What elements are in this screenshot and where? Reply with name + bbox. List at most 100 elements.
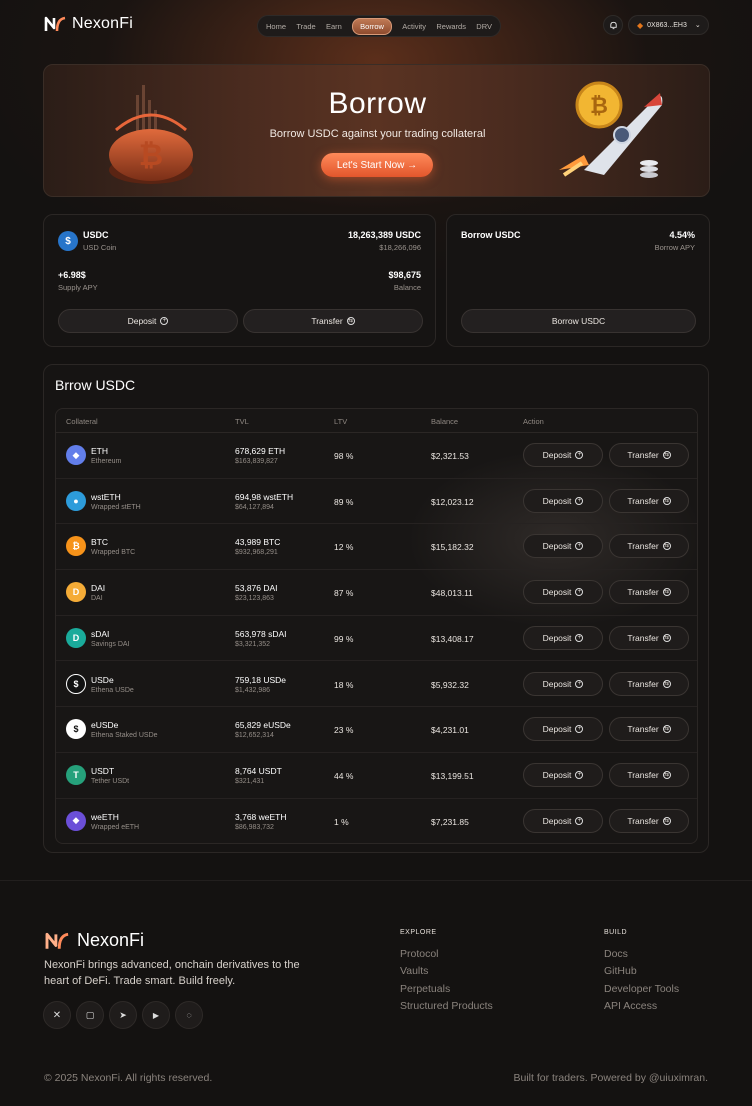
plus-icon: + [160, 317, 169, 325]
coin-icon: ₿ [66, 536, 86, 557]
row-transfer-button[interactable]: Transfer ⇆ [609, 808, 689, 833]
bell-icon [609, 21, 617, 29]
discord-link[interactable]: ▢ [76, 1001, 104, 1029]
x-twitter-link[interactable]: ✕ [43, 1001, 71, 1029]
tvl-amount: 8,764 USDT [235, 765, 282, 776]
asset-subtitle: Ethena Staked USDe [91, 732, 158, 740]
link-vaults[interactable]: Vaults [400, 965, 428, 977]
supply-asset: USDC [83, 230, 109, 240]
row-transfer-button[interactable]: Transfer ⇆ [609, 671, 689, 696]
row-transfer-button[interactable]: Transfer ⇆ [609, 717, 689, 742]
plus-icon: + [575, 725, 584, 734]
ltv-value: 99 % [334, 633, 354, 644]
wallet-button[interactable]: ◆ 0X863...EH3 ⌄ [628, 15, 709, 35]
social-links: ✕ ▢ ➤ ▶ ◌ [43, 1001, 203, 1029]
asset-name: ETH [91, 446, 108, 456]
transfer-label: Transfer [627, 815, 659, 826]
tvl-usd: $86,983,732 [235, 823, 274, 831]
footer-logo[interactable]: NexonFi [44, 930, 144, 951]
row-deposit-button[interactable]: Deposit + [523, 717, 603, 742]
usdc-supply-card: $ USDC USD Coin 18,263,389 USDC $18,266,… [43, 214, 436, 347]
tvl-amount: 3,768 weETH [235, 811, 287, 822]
asset-subtitle: Ethereum [91, 458, 122, 465]
deposit-label: Deposit [542, 541, 572, 552]
balance-value: $2,321.53 [431, 451, 469, 461]
header-tvl: TVL [235, 417, 249, 426]
tvl-usd: $163,839,827 [235, 458, 278, 465]
menu-item-drv[interactable]: DRV [476, 19, 492, 34]
start-now-button[interactable]: Let's Start Now → [321, 153, 433, 177]
row-transfer-button[interactable]: Transfer ⇆ [609, 488, 689, 513]
borrow-usdc-button[interactable]: Borrow USDC [461, 309, 696, 333]
menu-item-trade[interactable]: Trade [296, 19, 315, 34]
table-header: Collateral TVL LTV Balance Action [56, 409, 697, 433]
top-nav: NexonFi Home Trade Earn Borrow Activity … [0, 0, 752, 52]
asset-name: USDe [91, 674, 114, 685]
row-transfer-button[interactable]: Transfer ⇆ [609, 762, 689, 787]
link-api-access[interactable]: API Access [604, 1000, 657, 1012]
coin-icon: T [66, 764, 86, 785]
explore-title: EXPLORE [400, 929, 437, 936]
chat-link[interactable]: ◌ [175, 1001, 203, 1029]
transfer-icon: ⇆ [662, 725, 671, 734]
header-ltv: LTV [334, 417, 348, 426]
transfer-button[interactable]: Transfer ⇆ [243, 309, 423, 333]
brand-logo[interactable]: NexonFi [44, 15, 133, 33]
link-structured-products[interactable]: Structured Products [400, 1000, 493, 1012]
row-deposit-button[interactable]: Deposit + [523, 580, 603, 605]
link-protocol[interactable]: Protocol [400, 948, 439, 960]
menu-item-home[interactable]: Home [266, 19, 286, 34]
tvl-amount: 563,978 sDAI [235, 628, 287, 639]
transfer-label: Transfer [627, 769, 659, 780]
copyright: © 2025 NexonFi. All rights reserved. [44, 1072, 213, 1084]
link-github[interactable]: GitHub [604, 965, 637, 977]
table-row: T USDT Tether USDt 8,764 USDT $321,431 44 % $1… [56, 753, 697, 799]
asset-name: eUSDe [91, 720, 119, 731]
ltv-value: 89 % [334, 496, 354, 507]
asset-name: DAI [91, 583, 106, 594]
row-deposit-button[interactable]: Deposit + [523, 808, 603, 833]
row-deposit-button[interactable]: Deposit + [523, 671, 603, 696]
coin-icon: $ [66, 719, 86, 740]
plus-icon: + [575, 633, 584, 642]
notifications-button[interactable] [603, 15, 623, 35]
telegram-icon: ➤ [119, 1009, 127, 1020]
borrow-apy-value: 4.54% [669, 230, 695, 240]
row-transfer-button[interactable]: Transfer ⇆ [609, 580, 689, 605]
header-collateral: Collateral [66, 417, 98, 426]
row-deposit-button[interactable]: Deposit + [523, 762, 603, 787]
logo-mark-icon [45, 932, 69, 949]
asset-subtitle: DAI [91, 595, 103, 603]
row-transfer-button[interactable]: Transfer ⇆ [609, 625, 689, 650]
youtube-link[interactable]: ▶ [142, 1001, 170, 1029]
menu-item-activity[interactable]: Activity [402, 19, 426, 34]
row-deposit-button[interactable]: Deposit + [523, 625, 603, 650]
supply-asset-sub: USD Coin [83, 243, 117, 252]
row-deposit-button[interactable]: Deposit + [523, 534, 603, 559]
link-developer-tools[interactable]: Developer Tools [604, 983, 679, 995]
ltv-value: 12 % [334, 542, 354, 553]
menu-item-earn[interactable]: Earn [326, 19, 342, 34]
telegram-link[interactable]: ➤ [109, 1001, 137, 1029]
deposit-button[interactable]: Deposit + [58, 309, 238, 333]
plus-icon: + [575, 496, 584, 505]
menu-item-borrow[interactable]: Borrow [352, 17, 392, 35]
asset-subtitle: Tether USDt [91, 777, 130, 785]
transfer-label: Transfer [627, 632, 659, 643]
row-deposit-button[interactable]: Deposit + [523, 443, 603, 467]
row-transfer-button[interactable]: Transfer ⇆ [609, 443, 689, 467]
supply-apy-value: +6.98$ [58, 270, 86, 280]
table-row: ₿ BTC Wrapped BTC 43,989 BTC $932,968,291 12 … [56, 524, 697, 571]
link-perpetuals[interactable]: Perpetuals [400, 983, 450, 995]
asset-subtitle: Wrapped stETH [91, 503, 141, 511]
asset-name: wstETH [91, 491, 121, 502]
tvl-usd: $3,321,352 [235, 640, 271, 648]
row-deposit-button[interactable]: Deposit + [523, 488, 603, 513]
asset-subtitle: Ethena USDe [91, 686, 134, 694]
link-docs[interactable]: Docs [604, 948, 628, 960]
asset-name: sDAI [91, 628, 110, 639]
deposit-label: Deposit [542, 769, 572, 780]
row-transfer-button[interactable]: Transfer ⇆ [609, 534, 689, 559]
coin-icon: $ [66, 673, 86, 694]
menu-item-rewards[interactable]: Rewards [436, 19, 466, 34]
